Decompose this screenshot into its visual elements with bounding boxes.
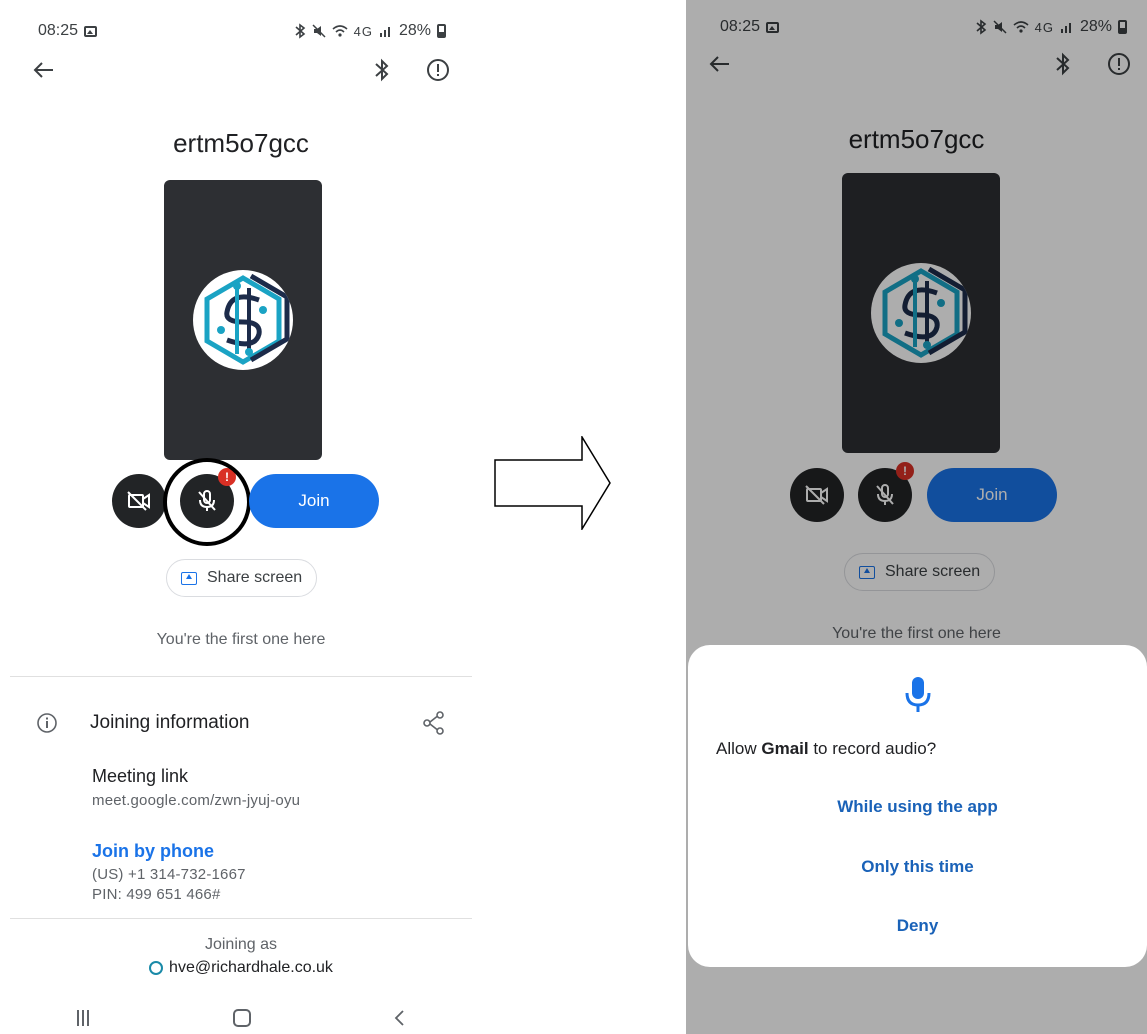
- bluetooth-status-icon: [295, 23, 305, 39]
- meeting-code-title: ertm5o7gcc: [173, 128, 309, 158]
- gallery-notification-icon: [84, 25, 98, 37]
- preview-controls: ! Join: [6, 458, 476, 546]
- permission-question-prefix: Allow: [716, 739, 762, 758]
- recent-apps-button[interactable]: [77, 1010, 91, 1026]
- phone-number: (US) +1 314-732-1667: [92, 866, 246, 883]
- comparison-stage: 08:25 4G 28% ertm5o7gcc ! Join Share scr…: [0, 0, 1147, 1034]
- phone-screen-before: 08:25 4G 28% ertm5o7gcc ! Join Share scr…: [6, 0, 476, 1034]
- bluetooth-audio-button[interactable]: [366, 54, 398, 86]
- back-arrow-icon: [33, 62, 53, 78]
- home-button[interactable]: [233, 1009, 251, 1027]
- join-by-phone-block: Join by phone (US) +1 314-732-1667 PIN: …: [92, 841, 246, 903]
- status-bar: 08:25 4G 28%: [38, 20, 446, 42]
- while-using-app-option[interactable]: While using the app: [688, 797, 1147, 817]
- nav-back-button[interactable]: [393, 1009, 405, 1027]
- share-screen-label: Share screen: [207, 569, 303, 586]
- meeting-link-block: Meeting link meet.google.com/zwn-jyuj-oy…: [92, 766, 300, 809]
- transition-arrow: [494, 436, 611, 530]
- mic-icon: [905, 677, 930, 712]
- join-button[interactable]: Join: [249, 474, 379, 528]
- video-preview: [164, 180, 322, 460]
- section-divider-bottom: [10, 918, 472, 919]
- permission-question: Allow Gmail to record audio?: [716, 739, 936, 759]
- camera-off-icon: [127, 491, 150, 511]
- status-time: 08:25: [38, 22, 79, 39]
- account-logo-icon: [149, 961, 164, 975]
- signal-bars-icon: [379, 27, 390, 37]
- meeting-link-label: Meeting link: [92, 766, 189, 786]
- deny-option[interactable]: Deny: [688, 916, 1147, 936]
- battery-icon: [437, 24, 446, 38]
- joining-information-row: Joining information: [36, 706, 450, 740]
- join-by-phone-link[interactable]: Join by phone: [92, 841, 246, 862]
- system-nav-bar: [6, 998, 476, 1034]
- avatar: [193, 270, 293, 370]
- battery-percent: 28%: [398, 22, 431, 39]
- back-button[interactable]: [28, 54, 60, 86]
- joining-information-heading: Joining information: [90, 712, 250, 733]
- only-this-time-option[interactable]: Only this time: [688, 857, 1147, 877]
- top-app-bar: [28, 54, 454, 86]
- user-logo-icon: [204, 273, 290, 365]
- joining-as-account: hve@richardhale.co.uk: [6, 959, 476, 977]
- share-joining-info-button[interactable]: [418, 707, 450, 739]
- share-screen-icon: [181, 571, 197, 585]
- audio-permission-dialog: Allow Gmail to record audio? While using…: [688, 645, 1147, 967]
- share-screen-button[interactable]: Share screen: [166, 559, 318, 597]
- camera-toggle-button[interactable]: [112, 474, 166, 528]
- joining-as-label: Joining as: [204, 936, 278, 953]
- permission-question-suffix: to record audio?: [808, 739, 937, 758]
- share-icon: [423, 711, 444, 735]
- section-divider: [10, 676, 472, 677]
- bluetooth-icon: [375, 58, 389, 82]
- report-problem-button[interactable]: [422, 54, 454, 86]
- mute-status-icon: [312, 24, 326, 38]
- highlight-circle-annotation: [163, 458, 251, 546]
- permission-app-name: Gmail: [761, 739, 809, 758]
- phone-screen-after: 08:25 4G 28% ertm5o7gcc ! Join Share scr…: [686, 0, 1147, 1034]
- meeting-link-value[interactable]: meet.google.com/zwn-jyuj-oyu: [92, 792, 300, 809]
- first-one-here-text: You're the first one here: [156, 631, 326, 648]
- info-icon: [37, 713, 57, 733]
- phone-pin: PIN: 499 651 466#: [92, 886, 221, 903]
- network-type-label: 4G: [353, 23, 373, 39]
- joining-as-email: hve@richardhale.co.uk: [169, 959, 333, 976]
- wifi-status-icon: [332, 25, 348, 37]
- report-icon: [427, 59, 449, 81]
